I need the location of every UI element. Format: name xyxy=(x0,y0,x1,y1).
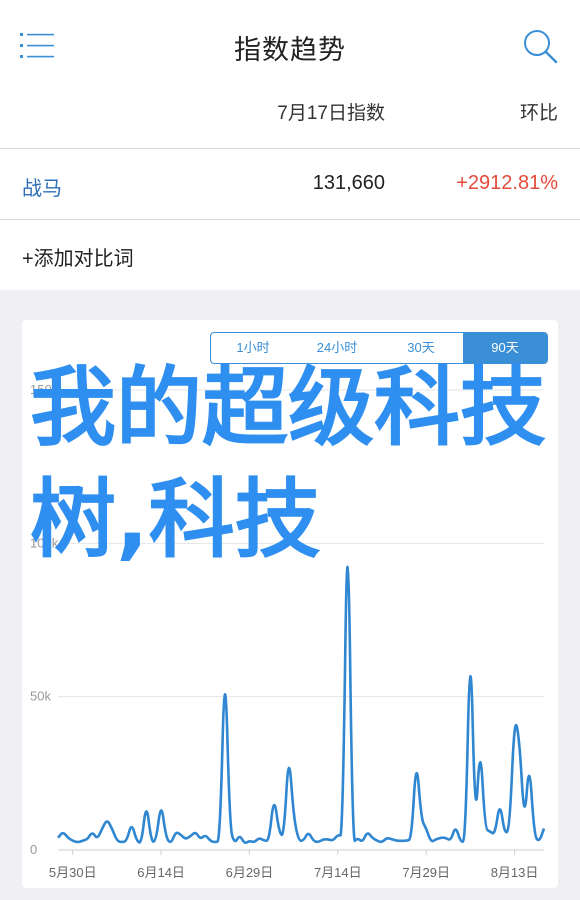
keyword-label[interactable]: 战马 xyxy=(22,172,62,201)
x-tick-label: 8月13日 xyxy=(491,865,539,880)
index-value: 131,660 xyxy=(312,172,385,194)
watermark-text: 我的超级科技树,科技 xyxy=(30,358,546,570)
change-value: +2912.81% xyxy=(456,172,558,194)
y-tick-label: 50k xyxy=(30,689,51,704)
page-title: 指数趋势 xyxy=(234,35,346,65)
column-header-index: 7月17日指数 xyxy=(277,103,385,124)
x-tick-label: 6月14日 xyxy=(137,865,185,880)
x-tick-label: 5月30日 xyxy=(49,865,97,880)
y-tick-label: 0 xyxy=(30,842,37,857)
add-compare-button[interactable]: +添加对比词 xyxy=(22,242,134,271)
x-tick-label: 7月29日 xyxy=(402,865,450,880)
x-tick-label: 7月14日 xyxy=(314,865,362,880)
column-header-ratio: 环比 xyxy=(519,103,558,124)
series-line xyxy=(57,565,546,845)
nav-bar: 指数趋势 xyxy=(0,0,580,92)
search-icon[interactable] xyxy=(520,26,560,66)
x-tick-label: 6月29日 xyxy=(226,865,274,880)
table-row[interactable]: 战马 131,660 +2912.81% xyxy=(0,149,580,220)
table-header: 7月17日指数 环比 xyxy=(0,92,580,149)
